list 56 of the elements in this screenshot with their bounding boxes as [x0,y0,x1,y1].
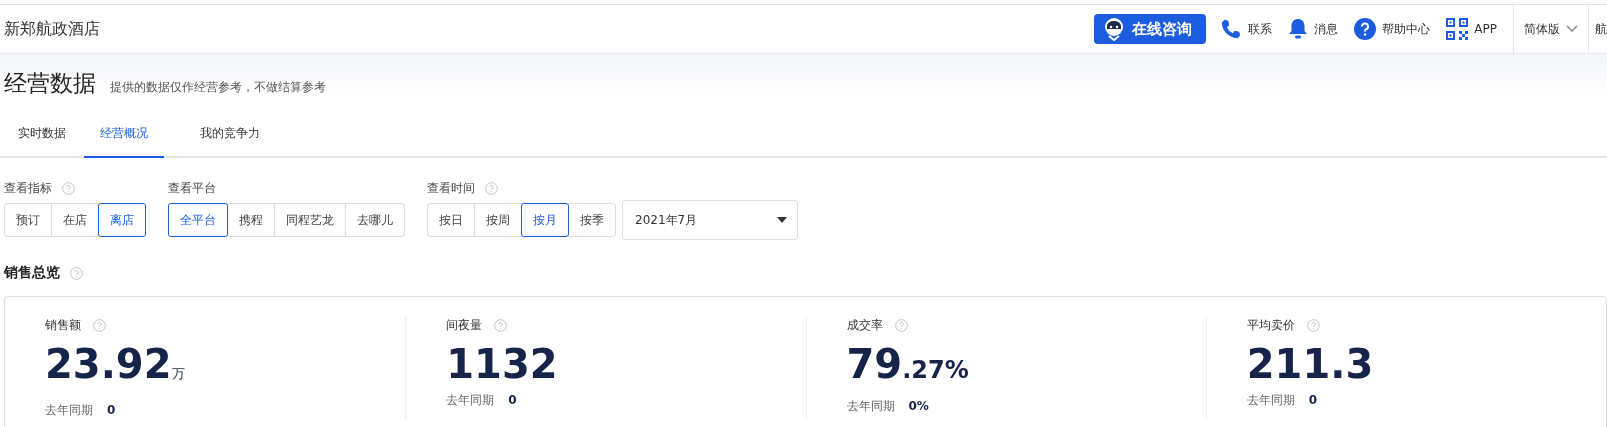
filter-label: 查看平台 [168,180,216,197]
qr-code-icon [1446,18,1469,40]
bell-icon [1288,18,1309,40]
tab[interactable]: 实时数据 [0,125,82,158]
filter-option[interactable]: 按日 [427,203,475,237]
comparison-value: 0 [1308,393,1318,407]
comparison-value: 0 [107,403,116,417]
comparison-label: 去年同期 [846,399,895,413]
metric-value: 23.92万 [45,340,186,389]
help-icon [93,319,106,332]
filter-option[interactable]: 预订 [4,203,52,237]
comparison-label: 去年同期 [45,403,93,417]
comparison-label: 去年同期 [446,393,495,407]
metric-label: 销售额 [45,317,81,334]
chevron-down-icon [1566,25,1578,33]
header-link[interactable]: 消息 [1288,18,1339,40]
phone-icon [1220,18,1243,40]
comparison-value: 0% [908,399,929,413]
hotel-name: 新郑航政酒店 [4,18,100,40]
metric-value: 1132 [446,340,559,389]
header-link[interactable]: 联系 [1220,18,1273,40]
tab[interactable]: 我的竞争力 [184,125,276,158]
filter-option[interactable]: 去哪儿 [345,203,405,237]
filter-option[interactable]: 按周 [474,203,522,237]
header-link[interactable]: 帮助中心 [1354,18,1431,40]
help-icon [894,319,908,332]
tab[interactable]: 经营概况 [84,125,164,158]
language-selector[interactable]: 简体版 [1513,5,1588,53]
filter-label: 查看时间 [427,180,475,197]
help-icon [1354,18,1377,40]
filter-label: 查看指标 [4,180,52,197]
date-select[interactable]: 2021年7月 [622,200,798,240]
comparison-label: 去年同期 [1246,393,1295,407]
metric-label: 间夜量 [446,317,483,334]
account-menu[interactable]: 航 [1588,5,1607,53]
help-icon [1306,319,1320,332]
help-icon [70,266,83,280]
filter-option[interactable]: 离店 [98,203,146,237]
filter-option[interactable]: 携程 [227,203,275,237]
consult-button[interactable]: 在线咨询 [1094,14,1207,44]
page-title: 经营数据 [4,69,96,98]
metric-label: 成交率 [846,317,883,334]
filter-option[interactable]: 全平台 [168,203,228,237]
metric-label: 平均卖价 [1246,317,1295,334]
section-title: 销售总览 [4,264,60,282]
filter-option[interactable]: 同程艺龙 [274,203,346,237]
metric-value: 211.3 [1246,340,1375,389]
filter-option[interactable]: 按月 [521,203,569,237]
filter-option[interactable]: 按季 [568,203,616,237]
comparison-value: 0 [508,393,517,407]
help-icon [494,319,508,332]
metric-value: 79.27% [846,340,970,389]
page-subtitle: 提供的数据仅作经营参考，不做结算参考 [110,79,326,96]
header-link[interactable]: APP [1446,18,1497,40]
filter-option[interactable]: 在店 [51,203,99,237]
caret-icon [777,217,787,223]
